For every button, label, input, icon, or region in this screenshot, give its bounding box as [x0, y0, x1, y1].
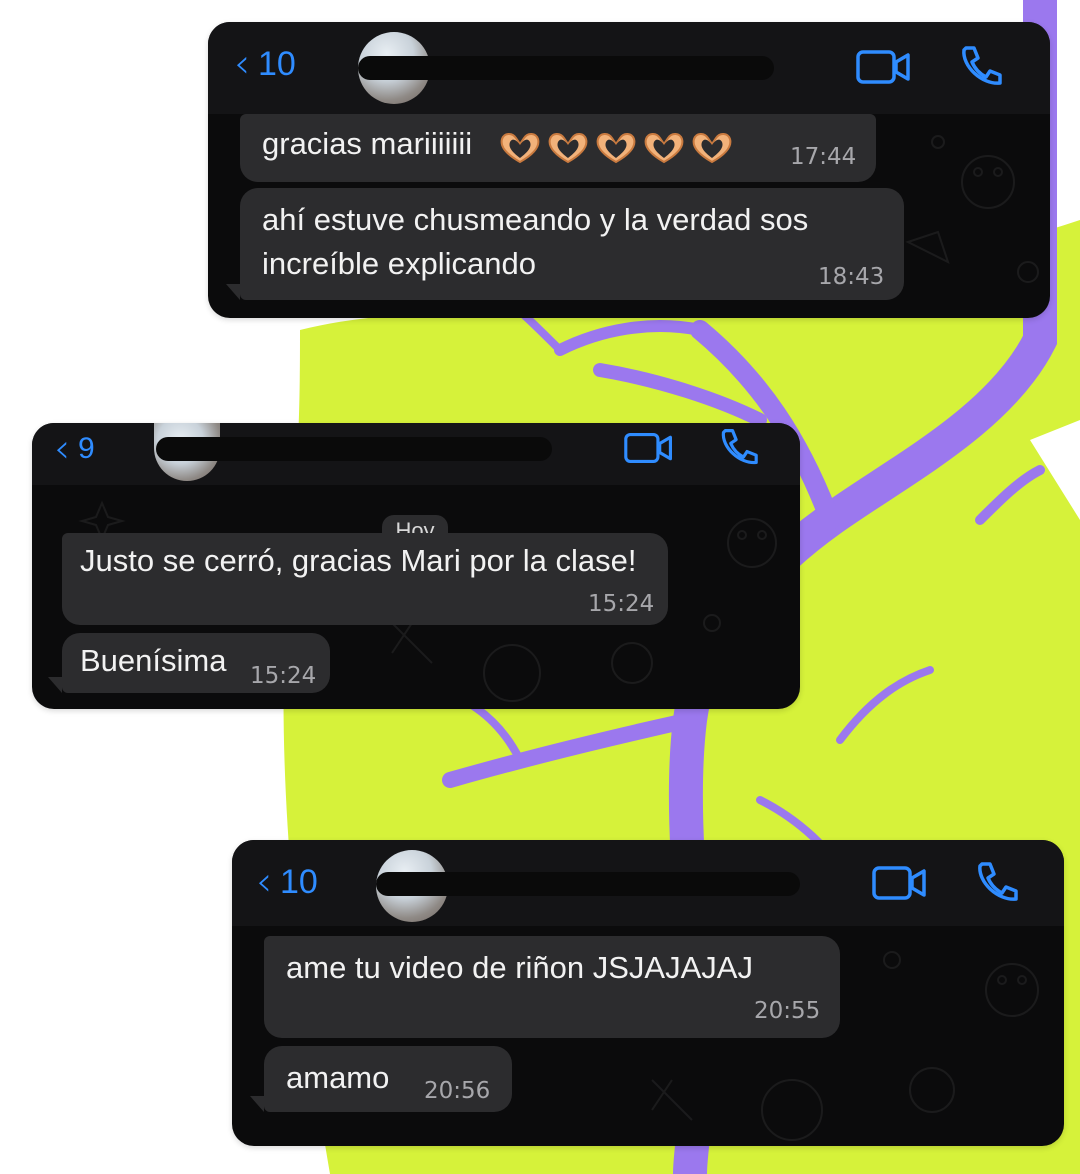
redacted-contact-name	[358, 56, 774, 80]
message-bubble[interactable]: Buenísima 15:24	[62, 633, 330, 693]
message-time: 18:43	[818, 264, 885, 290]
chat-header: ‹ 9	[32, 423, 800, 485]
message-text: ame tu video de riñon JSJAJAJAJ	[286, 950, 753, 985]
message-text: ahí estuve chusmeando y la verdad sos in…	[262, 202, 809, 281]
message-time: 20:55	[754, 998, 821, 1024]
message-text: Justo se cerró, gracias Mari por la clas…	[80, 543, 637, 578]
back-button[interactable]: ‹ 10	[234, 44, 296, 84]
message-text: Buenísima	[80, 643, 227, 678]
phone-icon[interactable]	[718, 427, 758, 467]
message-time: 15:24	[250, 663, 317, 689]
chevron-left-icon: ‹	[54, 426, 70, 472]
chat-screenshot-2: ‹ 9 Hoy Justo se cerró, gracias Mari por…	[32, 423, 800, 709]
chat-screenshot-1: ‹ 10 gracias mariiiiiii 17:44 ahí estuve…	[208, 22, 1050, 318]
message-text: gracias mariiiiiii	[262, 126, 473, 161]
message-bubble[interactable]: gracias mariiiiiii 17:44	[240, 114, 876, 182]
heart-hands-emojis	[498, 132, 734, 164]
message-bubble[interactable]: Justo se cerró, gracias Mari por la clas…	[62, 533, 668, 625]
message-time: 15:24	[588, 591, 655, 617]
message-time: 17:44	[790, 144, 857, 170]
chat-header: ‹ 10	[232, 840, 1064, 926]
chevron-left-icon: ‹	[256, 859, 272, 905]
bubble-tail	[226, 284, 240, 300]
video-camera-icon[interactable]	[624, 431, 674, 465]
message-bubble[interactable]: ahí estuve chusmeando y la verdad sos in…	[240, 188, 904, 300]
heart-hands-icon	[692, 133, 732, 164]
message-time: 20:56	[424, 1078, 491, 1104]
heart-hands-icon	[548, 133, 588, 164]
bubble-tail	[48, 677, 62, 693]
redacted-contact-name	[156, 437, 552, 461]
chat-screenshot-3: ‹ 10 ame tu video de riñon JSJAJAJAJ 20:…	[232, 840, 1064, 1146]
phone-icon[interactable]	[958, 44, 1002, 88]
heart-hands-icon	[596, 133, 636, 164]
video-camera-icon[interactable]	[872, 864, 928, 902]
chevron-left-icon: ‹	[234, 41, 250, 87]
redacted-contact-name	[376, 872, 800, 896]
message-text: amamo	[286, 1060, 390, 1095]
heart-hands-icon	[644, 133, 684, 164]
bubble-tail	[250, 1096, 264, 1112]
back-button[interactable]: ‹ 9	[54, 429, 95, 469]
phone-icon[interactable]	[974, 860, 1018, 904]
video-camera-icon[interactable]	[856, 48, 912, 86]
message-bubble[interactable]: ame tu video de riñon JSJAJAJAJ 20:55	[264, 936, 840, 1038]
back-button[interactable]: ‹ 10	[256, 862, 318, 902]
heart-hands-icon	[500, 133, 540, 164]
chat-header: ‹ 10	[208, 22, 1050, 114]
message-bubble[interactable]: amamo 20:56	[264, 1046, 512, 1112]
